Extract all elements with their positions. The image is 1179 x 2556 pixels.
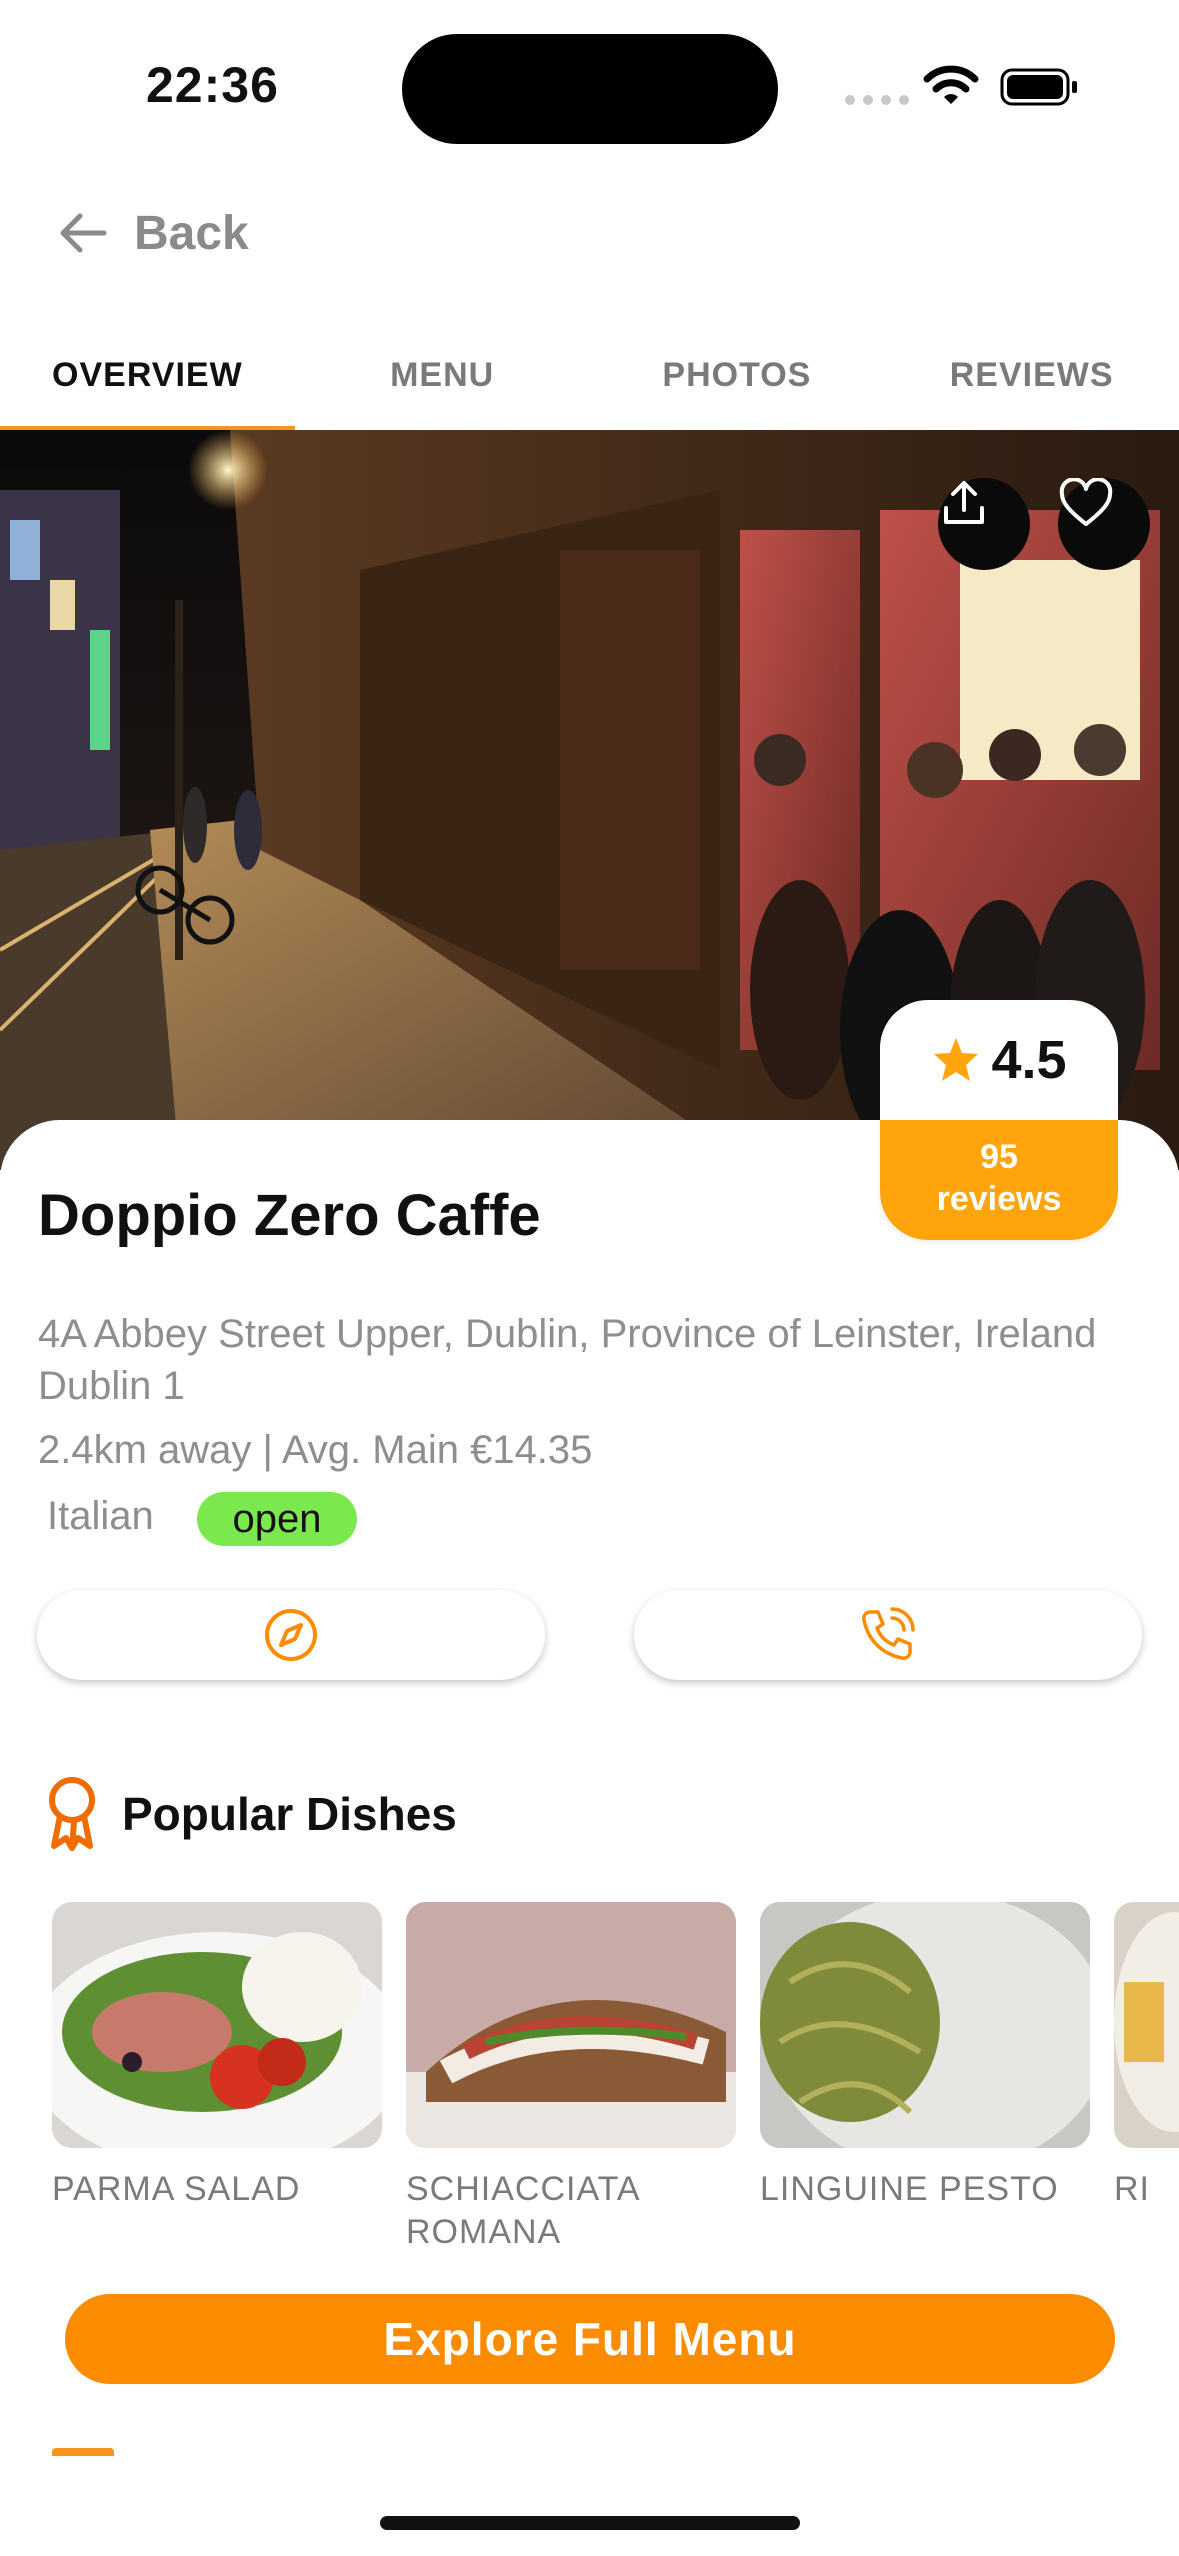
back-label: Back	[134, 206, 249, 260]
compass-icon	[265, 1609, 317, 1661]
dish-card[interactable]: RI	[1114, 1902, 1179, 2211]
tab-overview[interactable]: OVERVIEW	[0, 320, 295, 433]
dish-name: LINGUINE PESTO	[760, 2170, 1059, 2208]
share-icon	[944, 481, 984, 524]
dish-name: SCHIACCIATA ROMANA	[406, 2170, 639, 2251]
popular-dishes-carousel[interactable]: PARMA SALAD SCHIACCIATA ROMANA LINGUINE …	[52, 1902, 1179, 2262]
popular-dishes-header: Popular Dishes	[44, 1776, 457, 1852]
dynamic-island	[402, 34, 778, 144]
wifi-icon	[923, 65, 979, 104]
dish-photo	[52, 1902, 382, 2148]
restaurant-name: Doppio Zero Caffe	[38, 1183, 541, 1248]
call-button[interactable]	[634, 1590, 1142, 1680]
open-status-badge: open	[197, 1492, 357, 1546]
phone-icon	[862, 1607, 915, 1660]
heart-icon	[1059, 478, 1113, 526]
explore-full-menu-button[interactable]: Explore Full Menu	[65, 2294, 1115, 2384]
reviews-count: 95 reviews	[880, 1120, 1118, 1240]
dish-card[interactable]: SCHIACCIATA ROMANA	[406, 1902, 736, 2254]
restaurant-address: 4A Abbey Street Upper, Dublin, Province …	[38, 1312, 1097, 1408]
average-main-price: Avg. Main €14.35	[281, 1428, 593, 1472]
dish-photo	[760, 1902, 1090, 2148]
dish-name: PARMA SALAD	[52, 2170, 301, 2208]
arrow-left-icon	[60, 213, 107, 253]
favorite-button[interactable]	[1058, 478, 1150, 570]
star-icon	[934, 1038, 979, 1081]
cellular-signal-icon	[845, 95, 909, 105]
dish-card[interactable]: PARMA SALAD	[52, 1902, 382, 2211]
dish-photo	[1114, 1902, 1179, 2148]
status-time: 22:36	[146, 57, 279, 113]
rating-badge[interactable]: 4.5 95 reviews	[880, 1000, 1118, 1240]
home-indicator[interactable]	[380, 2516, 800, 2530]
directions-button[interactable]	[37, 1590, 545, 1680]
popular-dishes-title: Popular Dishes	[122, 1788, 457, 1840]
battery-icon	[1000, 68, 1077, 106]
distance: 2.4km away |	[38, 1428, 273, 1472]
cuisine-label: Italian	[47, 1494, 154, 1538]
dish-photo	[406, 1902, 736, 2148]
award-ribbon-icon	[49, 1777, 95, 1851]
dish-name: RI	[1114, 2170, 1150, 2208]
tab-reviews[interactable]: REVIEWS	[884, 320, 1179, 430]
status-bar: 22:36	[0, 0, 1179, 170]
back-button[interactable]: Back	[56, 200, 249, 266]
reviews-label: reviews	[936, 1180, 1062, 1218]
tab-photos[interactable]: PHOTOS	[590, 320, 885, 430]
tab-menu[interactable]: MENU	[295, 320, 590, 430]
next-section-icon	[52, 2448, 114, 2456]
tab-bar: OVERVIEW MENU PHOTOS REVIEWS	[0, 320, 1179, 433]
dish-card[interactable]: LINGUINE PESTO	[760, 1902, 1090, 2211]
share-button[interactable]	[938, 478, 1030, 570]
restaurant-meta: 2.4km away | Avg. Main €14.35	[38, 1428, 592, 1473]
reviews-number: 95	[980, 1138, 1018, 1176]
rating-value: 4.5	[991, 1030, 1067, 1090]
